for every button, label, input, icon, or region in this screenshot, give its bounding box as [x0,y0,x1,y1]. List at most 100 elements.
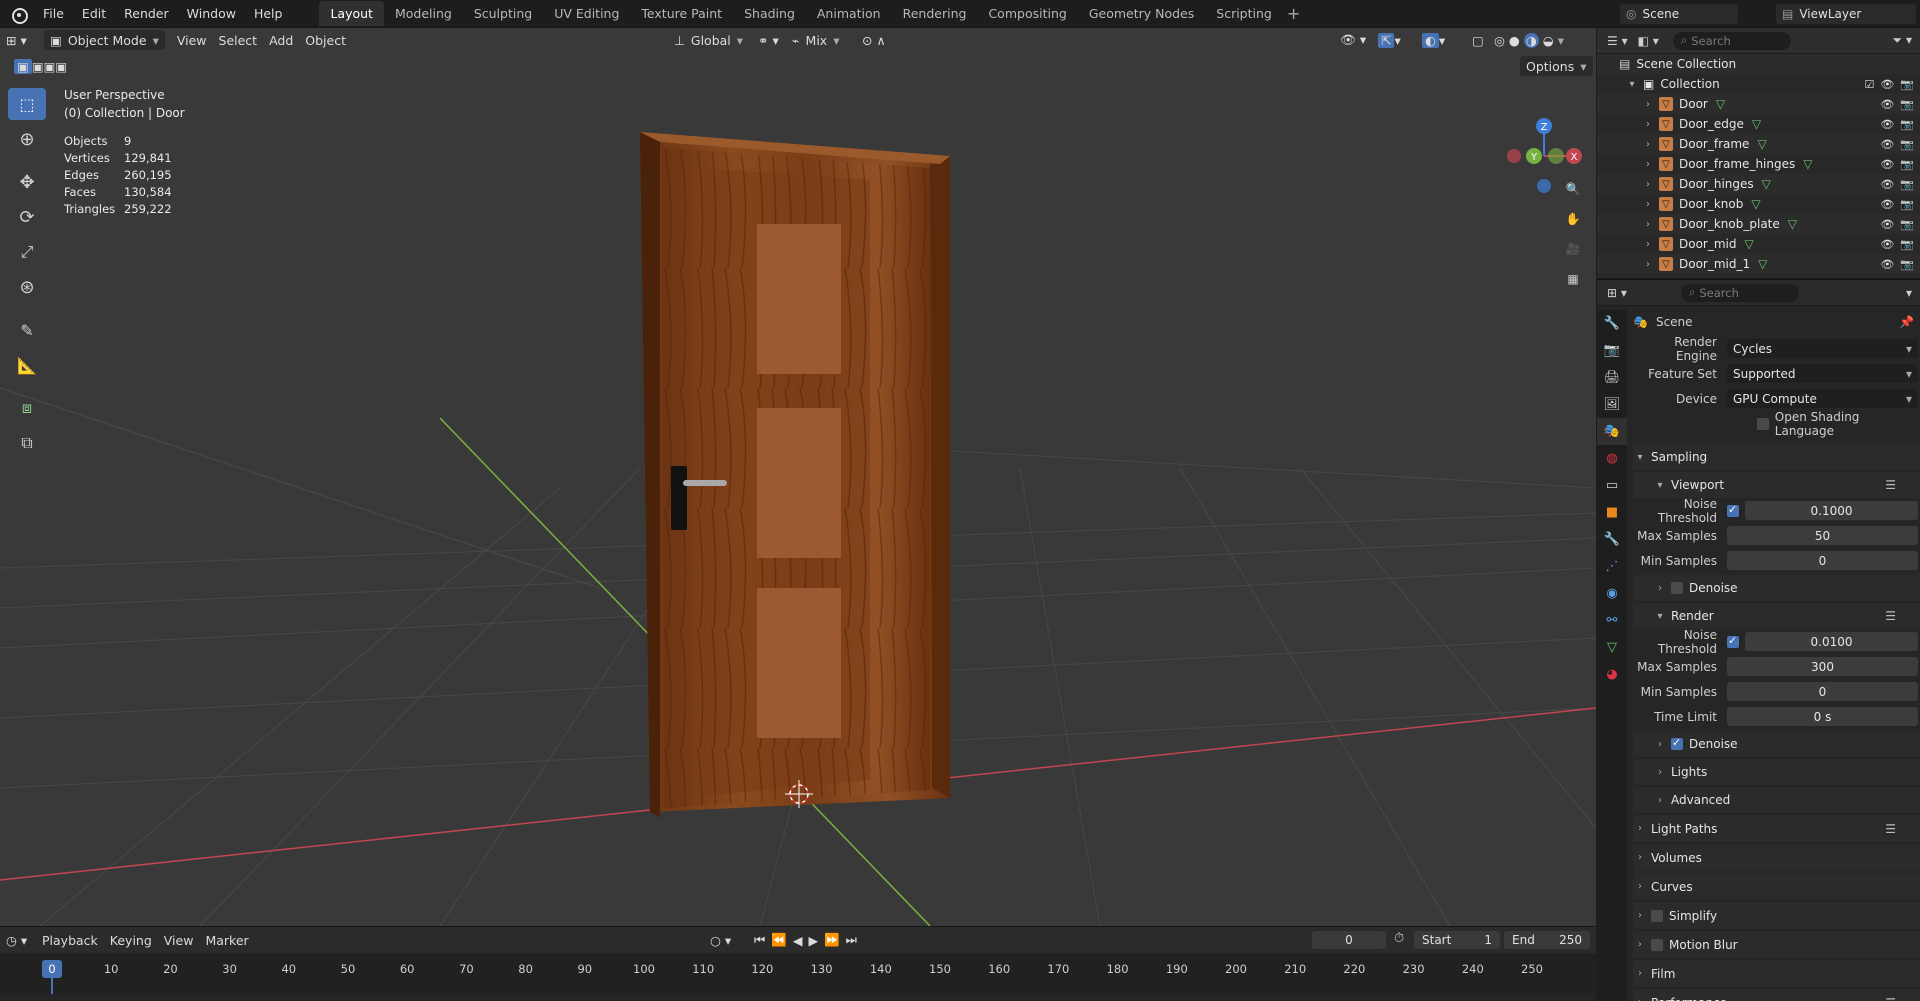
options-button[interactable]: Options ▾ [1520,56,1593,76]
menu-render[interactable]: Render [115,2,178,25]
menu-help[interactable]: Help [245,2,292,25]
menu-view[interactable]: View [171,30,213,50]
mesh-data-icon[interactable]: ▽ [1752,117,1761,131]
render-denoise-subpanel[interactable]: › Denoise [1633,731,1920,757]
panel-film[interactable]: › Film [1633,960,1920,987]
lights-subpanel[interactable]: › Lights [1633,759,1920,785]
visibility-selector-icon[interactable]: 👁 ▾ [1334,30,1372,50]
pan-hand-icon[interactable]: ✋ [1560,206,1586,232]
xray-icon[interactable]: ▢ [1466,30,1490,50]
eye-icon[interactable]: 👁 [1880,238,1894,251]
mesh-data-icon[interactable]: ▽ [1788,217,1797,231]
panel-volumes[interactable]: › Volumes [1633,844,1920,871]
auto-keying-icon[interactable]: ○ ▾ [704,930,737,950]
object-tab-icon[interactable]: ■ [1597,499,1627,526]
view-layer-tab-icon[interactable]: 🖼 [1597,391,1627,418]
scene-collection-row[interactable]: ▤ Scene Collection [1597,54,1920,74]
viewport-denoise-checkbox[interactable] [1671,582,1683,594]
menu-add[interactable]: Add [263,30,299,50]
render-max-samples-field[interactable]: 300 [1727,657,1918,676]
panel-motion-blur[interactable]: › Motion Blur [1633,931,1920,958]
checkbox-icon[interactable]: ☑ [1864,78,1874,91]
scale-tool[interactable]: ⤢ [8,236,46,268]
camera-icon[interactable]: 📷 [1900,158,1914,171]
time-limit-field[interactable]: 0 s [1727,707,1918,726]
camera-icon[interactable]: 📷 [1900,78,1914,91]
chevron-right-icon[interactable]: › [1641,239,1655,250]
editor-type-icon[interactable]: ⊞ ▾ [0,30,36,50]
outliner-type-icon[interactable]: ☰ ▾ [1607,34,1628,48]
outliner-search[interactable]: ⌕ Search [1672,31,1791,50]
tab-scripting[interactable]: Scripting [1205,1,1283,26]
presets-list-icon[interactable]: ☰ [1885,996,1896,1001]
eye-icon[interactable]: 👁 [1880,198,1894,211]
data-tab-icon[interactable]: ▽ [1597,634,1627,661]
presets-list-icon[interactable]: ☰ [1885,609,1896,623]
chevron-right-icon[interactable]: › [1641,119,1655,130]
physics-tab-icon[interactable]: ◉ [1597,580,1627,607]
menu-playback[interactable]: Playback [36,930,104,950]
door-panel-top[interactable] [757,224,841,374]
prev-keyframe-icon[interactable]: ⏪ [771,932,793,948]
tab-animation[interactable]: Animation [806,1,892,26]
door-knob-plate[interactable] [671,466,687,530]
chevron-right-icon[interactable]: › [1641,199,1655,210]
modifier-tab-icon[interactable]: 🔧 [1597,526,1627,553]
chevron-right-icon[interactable]: › [1641,259,1655,270]
menu-keying[interactable]: Keying [104,930,158,950]
camera-icon[interactable]: 📷 [1900,238,1914,251]
shading-modes[interactable]: ◎ ● ◑ ◒ ▾ [1488,30,1570,50]
camera-icon[interactable]: 📷 [1900,118,1914,131]
tab-compositing[interactable]: Compositing [977,1,1077,26]
tab-uv-editing[interactable]: UV Editing [543,1,630,26]
outliner-object-row[interactable]: › ▽ Door_mid ▽ 👁 📷 [1597,234,1920,254]
eye-icon[interactable]: 👁 [1880,258,1894,271]
eye-icon[interactable]: 👁 [1880,218,1894,231]
feature-set-dropdown[interactable]: Supported ▾ [1727,364,1918,383]
chevron-right-icon[interactable]: › [1641,159,1655,170]
solid-shading-icon[interactable]: ● [1509,33,1520,48]
constraints-tab-icon[interactable]: ⚯ [1597,607,1627,634]
eye-icon[interactable]: 👁 [1880,158,1894,171]
render-subpanel[interactable]: ▾ Render ☰ [1633,603,1920,629]
wireframe-shading-icon[interactable]: ◎ [1494,33,1505,48]
panel-enable-checkbox[interactable] [1651,938,1663,951]
menu-select[interactable]: Select [213,30,264,50]
tab-shading[interactable]: Shading [733,1,806,26]
door-panel-middle[interactable] [757,408,841,558]
panel-curves[interactable]: › Curves [1633,873,1920,900]
mesh-data-icon[interactable]: ▽ [1745,237,1754,251]
outliner-object-row[interactable]: › ▽ Door_mid_1 ▽ 👁 📷 [1597,254,1920,274]
eye-icon[interactable]: 👁 [1880,178,1894,191]
outliner-object-row[interactable]: › ▽ Door_hinges ▽ 👁 📷 [1597,174,1920,194]
perspective-toggle-icon[interactable]: ▦ [1560,266,1586,292]
camera-icon[interactable]: 📷 [1900,98,1914,111]
camera-icon[interactable]: 📷 [1900,218,1914,231]
selection-modes-icon[interactable]: ▣ ▣▣▣ [8,56,73,76]
transform-orientation[interactable]: ⊥ Global ▾ [668,30,749,50]
snap-toggle[interactable]: ⌁ Mix ▾ [786,30,845,50]
eye-icon[interactable]: 👁 [1880,118,1894,131]
pivot-selector[interactable]: ⚭ ▾ [752,30,785,50]
menu-file[interactable]: File [34,2,73,25]
panel-simplify[interactable]: › Simplify [1633,902,1920,929]
device-dropdown[interactable]: GPU Compute ▾ [1727,389,1918,408]
gizmo-toggle-icon[interactable]: ⇱ ▾ [1372,30,1407,50]
chevron-down-icon[interactable]: ▾ [1906,286,1912,300]
sampling-panel[interactable]: ▾ Sampling [1633,444,1920,470]
mesh-data-icon[interactable]: ▽ [1757,137,1766,151]
blender-logo-icon[interactable] [8,4,28,24]
render-min-samples-field[interactable]: 0 [1727,682,1918,701]
current-frame-field[interactable]: 0 [1312,931,1386,949]
particles-tab-icon[interactable]: ⋰ [1597,553,1627,580]
viewport-noise-threshold-field[interactable]: 0.1000 [1745,501,1918,520]
render-noise-threshold-field[interactable]: 0.0100 [1745,632,1918,651]
display-mode-icon[interactable]: ◧ ▾ [1638,34,1659,48]
chevron-right-icon[interactable]: › [1641,219,1655,230]
viewport-noise-threshold-checkbox[interactable] [1727,503,1739,517]
output-tab-icon[interactable]: 🖨 [1597,364,1627,391]
add-workspace-icon[interactable]: + [1287,4,1300,23]
menu-timeline-view[interactable]: View [158,930,200,950]
render-noise-threshold-checkbox[interactable] [1727,634,1739,648]
presets-list-icon[interactable]: ☰ [1885,822,1896,836]
